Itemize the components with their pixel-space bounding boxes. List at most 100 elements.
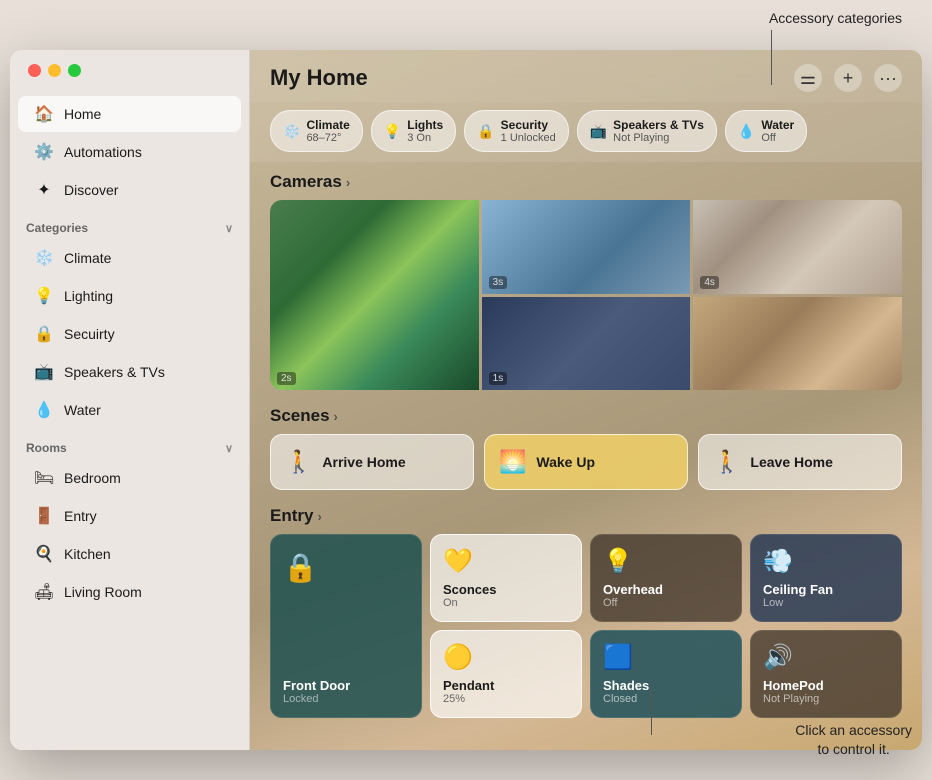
lights-tab-icon: 💡	[384, 123, 401, 140]
tab-speakers-tvs[interactable]: 📺 Speakers & TVs Not Playing	[577, 110, 717, 152]
arrive-home-icon: 🚶	[285, 449, 312, 475]
lights-tab-label: Lights	[407, 118, 443, 132]
lights-tab-content: Lights 3 On	[407, 118, 443, 144]
accessory-front-door[interactable]: 🔒 Front Door Locked	[270, 534, 422, 718]
scenes-section-title: Scenes ›	[270, 406, 902, 426]
scene-leave-home[interactable]: 🚶 Leave Home	[698, 434, 902, 490]
camera-2[interactable]: 3s	[482, 200, 691, 294]
speakers-tvs-tab-sub: Not Playing	[613, 132, 704, 144]
accessory-ceiling-fan[interactable]: 💨 Ceiling Fan Low	[750, 534, 902, 622]
accessory-overhead[interactable]: 💡 Overhead Off	[590, 534, 742, 622]
scene-arrive-home[interactable]: 🚶 Arrive Home	[270, 434, 474, 490]
category-tabs-bar: ❄️ Climate 68–72° 💡 Lights 3 On 🔒	[250, 102, 922, 162]
scenes-grid: 🚶 Arrive Home 🌅 Wake Up 🚶 Leave Home	[270, 434, 902, 490]
sconces-icon: 💛	[443, 547, 569, 576]
lighting-icon: 💡	[34, 286, 54, 306]
scenes-section: Scenes › 🚶 Arrive Home 🌅 Wake Up 🚶 Leave…	[250, 396, 922, 496]
rooms-chevron-icon: ∨	[225, 442, 233, 455]
speakers-tvs-icon: 📺	[34, 362, 54, 382]
equalizer-button[interactable]: ⚌	[794, 64, 822, 92]
ceiling-fan-status: Low	[763, 597, 889, 609]
tab-water[interactable]: 💧 Water Off	[725, 110, 807, 152]
security-tab-label: Security	[501, 118, 548, 132]
water-tab-content: Water Off	[761, 118, 794, 144]
lights-tab-sub: 3 On	[407, 132, 443, 144]
tab-security[interactable]: 🔒 Security 1 Unlocked	[464, 110, 568, 152]
overhead-status: Off	[603, 597, 729, 609]
sidebar-label-lighting: Lighting	[64, 288, 113, 304]
leave-home-label: Leave Home	[750, 454, 832, 470]
home-icon: 🏠	[34, 104, 54, 124]
sidebar-item-bedroom[interactable]: 🛏 Bedroom	[18, 460, 241, 496]
more-options-button[interactable]: ···	[874, 64, 902, 92]
sidebar-label-speakers-tvs: Speakers & TVs	[64, 364, 165, 380]
sidebar-label-bedroom: Bedroom	[64, 470, 121, 486]
tab-climate[interactable]: ❄️ Climate 68–72°	[270, 110, 363, 152]
fullscreen-button[interactable]	[68, 64, 81, 77]
sidebar-label-home: Home	[64, 106, 101, 122]
sidebar-label-entry: Entry	[64, 508, 97, 524]
camera-5[interactable]: 4s	[693, 200, 902, 294]
sidebar-item-home[interactable]: 🏠 Home	[18, 96, 241, 132]
camera-3[interactable]	[693, 297, 902, 391]
categories-header: Categories ∨	[10, 209, 249, 239]
pendant-name: Pendant	[443, 678, 569, 693]
sidebar-item-discover[interactable]: ✦ Discover	[18, 172, 241, 208]
main-content: My Home ⚌ + ··· ❄️ Climate 68–72° 💡	[250, 50, 922, 724]
entry-chevron-icon: ›	[317, 509, 321, 524]
sidebar-item-speakers-tvs[interactable]: 📺 Speakers & TVs	[18, 354, 241, 390]
rooms-header: Rooms ∨	[10, 429, 249, 459]
front-door-status: Locked	[283, 693, 409, 705]
water-icon: 💧	[34, 400, 54, 420]
water-tab-label: Water	[761, 118, 794, 132]
tab-lights[interactable]: 💡 Lights 3 On	[371, 110, 456, 152]
security-tab-sub: 1 Unlocked	[501, 132, 556, 144]
scenes-chevron-icon: ›	[334, 409, 338, 424]
camera-1[interactable]: 2s	[270, 200, 479, 390]
sidebar-label-water: Water	[64, 402, 101, 418]
top-annotation-label: Accessory categories	[769, 10, 902, 26]
sidebar-label-discover: Discover	[64, 182, 118, 198]
sidebar: 🏠 Home ⚙️ Automations ✦ Discover Categor…	[10, 50, 250, 750]
cameras-section-title: Cameras ›	[270, 172, 902, 192]
sidebar-item-climate[interactable]: ❄️ Climate	[18, 240, 241, 276]
homepod-name: HomePod	[763, 678, 889, 693]
add-button[interactable]: +	[834, 64, 862, 92]
speakers-tvs-tab-label: Speakers & TVs	[613, 118, 704, 132]
scene-wake-up[interactable]: 🌅 Wake Up	[484, 434, 688, 490]
minimize-button[interactable]	[48, 64, 61, 77]
front-door-icon: 🔒	[283, 547, 409, 584]
wake-up-label: Wake Up	[536, 454, 595, 470]
accessory-sconces[interactable]: 💛 Sconces On	[430, 534, 582, 622]
entry-section-title: Entry ›	[270, 506, 902, 526]
sidebar-item-water[interactable]: 💧 Water	[18, 392, 241, 428]
climate-tab-label: Climate	[306, 118, 349, 132]
sidebar-item-kitchen[interactable]: 🍳 Kitchen	[18, 536, 241, 572]
overhead-name: Overhead	[603, 582, 729, 597]
accessory-pendant[interactable]: 🟡 Pendant 25%	[430, 630, 582, 718]
camera-4-timestamp: 1s	[489, 372, 508, 385]
sconces-name: Sconces	[443, 582, 569, 597]
sidebar-item-lighting[interactable]: 💡 Lighting	[18, 278, 241, 314]
sconces-status: On	[443, 597, 569, 609]
sidebar-item-living-room[interactable]: 🛋 Living Room	[18, 574, 241, 610]
sidebar-label-climate: Climate	[64, 250, 111, 266]
close-button[interactable]	[28, 64, 41, 77]
arrive-home-label: Arrive Home	[322, 454, 405, 470]
camera-2-timestamp: 3s	[489, 276, 508, 289]
accessory-shades[interactable]: 🟦 Shades Closed	[590, 630, 742, 718]
ceiling-fan-icon: 💨	[763, 547, 889, 576]
sidebar-item-entry[interactable]: 🚪 Entry	[18, 498, 241, 534]
camera-5-timestamp: 4s	[700, 276, 719, 289]
sidebar-item-security[interactable]: 🔒 Secuirty	[18, 316, 241, 352]
security-tab-icon: 🔒	[477, 123, 494, 140]
front-door-name: Front Door	[283, 678, 409, 693]
accessory-homepod[interactable]: 🔊 HomePod Not Playing	[750, 630, 902, 718]
camera-4[interactable]: 1s	[482, 297, 691, 391]
entry-title-text: Entry	[270, 506, 313, 526]
homepod-icon: 🔊	[763, 643, 889, 672]
sidebar-item-automations[interactable]: ⚙️ Automations	[18, 134, 241, 170]
climate-tab-icon: ❄️	[283, 123, 300, 140]
speakers-tvs-tab-icon: 📺	[590, 123, 607, 140]
app-window: 🏠 Home ⚙️ Automations ✦ Discover Categor…	[10, 50, 922, 750]
